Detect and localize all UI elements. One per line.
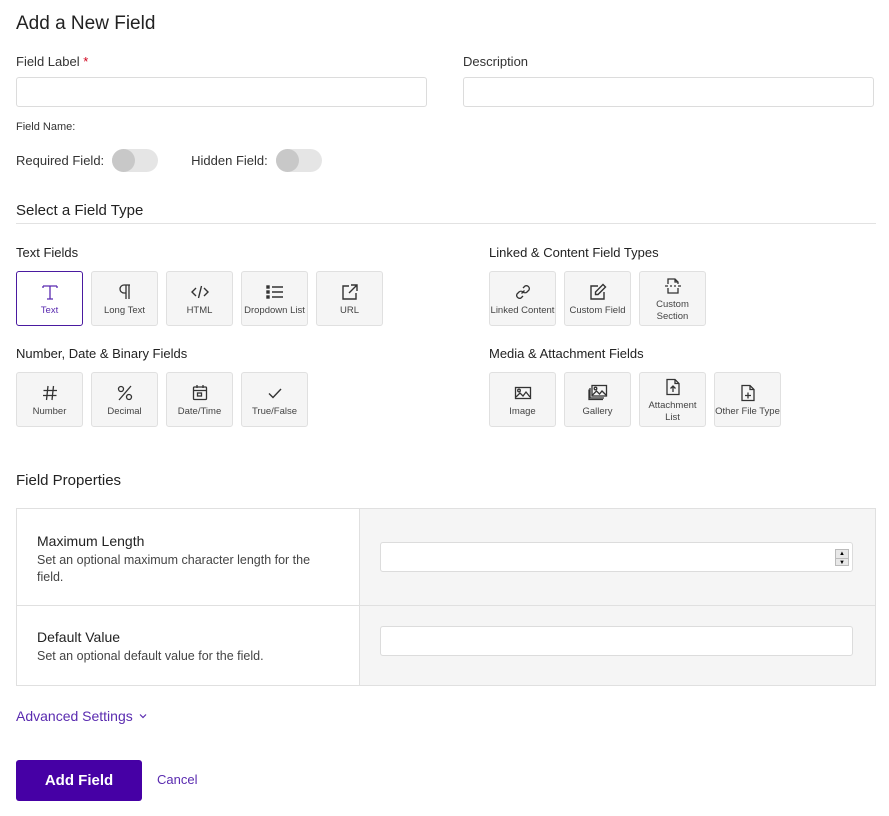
tile-label: Dropdown List bbox=[244, 304, 305, 316]
tile-label: True/False bbox=[251, 405, 298, 417]
section-icon bbox=[664, 275, 682, 297]
property-description: Set an optional default value for the fi… bbox=[37, 649, 264, 663]
group-title-media-attachment: Media & Attachment Fields bbox=[489, 346, 644, 361]
list-icon bbox=[265, 281, 284, 303]
field-label-text: Field Label bbox=[16, 54, 80, 69]
hidden-field-label: Hidden Field: bbox=[191, 153, 268, 168]
number-spinner[interactable]: ▲ ▼ bbox=[835, 549, 849, 566]
property-value-cell bbox=[360, 606, 875, 685]
calendar-icon bbox=[192, 382, 208, 404]
gallery-icon bbox=[587, 382, 608, 404]
group-title-number-date-binary: Number, Date & Binary Fields bbox=[16, 346, 188, 361]
tile-label: URL bbox=[339, 304, 359, 316]
field-type-text[interactable]: Text bbox=[16, 271, 83, 326]
field-type-decimal[interactable]: Decimal bbox=[91, 372, 158, 427]
property-name: Maximum Length bbox=[37, 533, 145, 549]
field-type-html[interactable]: HTML bbox=[166, 271, 233, 326]
linked-content-tiles: Linked Content Custom Field Custom Secti… bbox=[489, 271, 706, 326]
pilcrow-icon bbox=[117, 281, 133, 303]
field-type-custom-section[interactable]: Custom Section bbox=[639, 271, 706, 326]
edit-icon bbox=[589, 281, 607, 303]
property-row-default-value: Default Value Set an optional default va… bbox=[17, 606, 875, 685]
property-value-cell: ▲ ▼ bbox=[360, 509, 875, 605]
tile-label: Gallery bbox=[582, 405, 613, 417]
file-plus-icon bbox=[740, 382, 756, 404]
spinner-down-icon[interactable]: ▼ bbox=[836, 559, 848, 567]
property-info: Default Value Set an optional default va… bbox=[17, 606, 360, 685]
tile-label: Linked Content bbox=[490, 304, 555, 316]
tile-label: Text bbox=[40, 304, 59, 316]
hash-icon bbox=[42, 382, 58, 404]
field-properties-heading: Field Properties bbox=[16, 472, 122, 489]
required-field-label: Required Field: bbox=[16, 153, 105, 168]
cancel-link[interactable]: Cancel bbox=[157, 772, 197, 787]
field-type-other-file-type[interactable]: Other File Type bbox=[714, 372, 781, 427]
field-type-dropdown-list[interactable]: Dropdown List bbox=[241, 271, 308, 326]
tile-label: HTML bbox=[186, 304, 213, 316]
field-type-image[interactable]: Image bbox=[489, 372, 556, 427]
add-field-button[interactable]: Add Field bbox=[16, 760, 142, 801]
tile-label: Custom Section bbox=[656, 298, 689, 322]
number-date-binary-tiles: Number Decimal Date/Time True/False bbox=[16, 372, 308, 427]
field-type-gallery[interactable]: Gallery bbox=[564, 372, 631, 427]
field-type-linked-content[interactable]: Linked Content bbox=[489, 271, 556, 326]
check-icon bbox=[267, 382, 283, 404]
section-divider bbox=[16, 223, 876, 224]
page-title: Add a New Field bbox=[16, 13, 156, 34]
field-label-input[interactable] bbox=[16, 77, 427, 107]
tile-label: Attachment List bbox=[648, 399, 697, 423]
text-fields-tiles: Text Long Text HTML Dropdown List URL bbox=[16, 271, 383, 326]
description-input[interactable] bbox=[463, 77, 874, 107]
spinner-up-icon[interactable]: ▲ bbox=[836, 550, 848, 559]
group-title-linked-content: Linked & Content Field Types bbox=[489, 245, 659, 260]
field-type-true-false[interactable]: True/False bbox=[241, 372, 308, 427]
tile-label: Custom Field bbox=[569, 304, 626, 316]
text-t-icon bbox=[41, 281, 59, 303]
toggle-knob bbox=[275, 149, 299, 172]
field-properties-table: Maximum Length Set an optional maximum c… bbox=[16, 508, 876, 686]
property-info: Maximum Length Set an optional maximum c… bbox=[17, 509, 360, 605]
property-description: Set an optional maximum character length… bbox=[37, 553, 311, 584]
image-icon bbox=[514, 382, 532, 404]
field-type-date-time[interactable]: Date/Time bbox=[166, 372, 233, 427]
media-attachment-tiles: Image Gallery Attachment List Other File… bbox=[489, 372, 781, 427]
select-field-type-heading: Select a Field Type bbox=[16, 202, 144, 219]
advanced-settings-label: Advanced Settings bbox=[16, 708, 133, 724]
field-name-label: Field Name: bbox=[16, 121, 76, 133]
tile-label: Date/Time bbox=[177, 405, 222, 417]
field-type-custom-field[interactable]: Custom Field bbox=[564, 271, 631, 326]
property-name: Default Value bbox=[37, 629, 121, 645]
required-asterisk: * bbox=[83, 54, 89, 69]
link-icon bbox=[514, 281, 532, 303]
field-type-attachment-list[interactable]: Attachment List bbox=[639, 372, 706, 427]
external-link-icon bbox=[341, 281, 359, 303]
field-label-label: Field Label * bbox=[16, 54, 88, 69]
tile-label: Number bbox=[32, 405, 67, 417]
property-row-maximum-length: Maximum Length Set an optional maximum c… bbox=[17, 509, 875, 606]
field-type-url[interactable]: URL bbox=[316, 271, 383, 326]
hidden-field-toggle[interactable] bbox=[275, 149, 322, 172]
tile-label: Image bbox=[509, 405, 536, 417]
group-title-text-fields: Text Fields bbox=[16, 245, 79, 260]
toggle-row: Required Field: Hidden Field: bbox=[16, 149, 322, 172]
file-upload-icon bbox=[665, 376, 681, 398]
percent-icon bbox=[117, 382, 133, 404]
required-field-toggle[interactable] bbox=[112, 149, 159, 172]
tile-label: Other File Type bbox=[715, 405, 780, 417]
field-type-number[interactable]: Number bbox=[16, 372, 83, 427]
advanced-settings-toggle[interactable]: Advanced Settings bbox=[16, 708, 147, 724]
chevron-down-icon bbox=[139, 711, 147, 722]
default-value-input[interactable] bbox=[380, 626, 853, 656]
tile-label: Decimal bbox=[107, 405, 142, 417]
field-type-long-text[interactable]: Long Text bbox=[91, 271, 158, 326]
tile-label: Long Text bbox=[103, 304, 146, 316]
description-label: Description bbox=[463, 54, 529, 69]
toggle-knob bbox=[112, 149, 136, 172]
maximum-length-input[interactable]: ▲ ▼ bbox=[380, 542, 853, 572]
code-icon bbox=[190, 281, 210, 303]
